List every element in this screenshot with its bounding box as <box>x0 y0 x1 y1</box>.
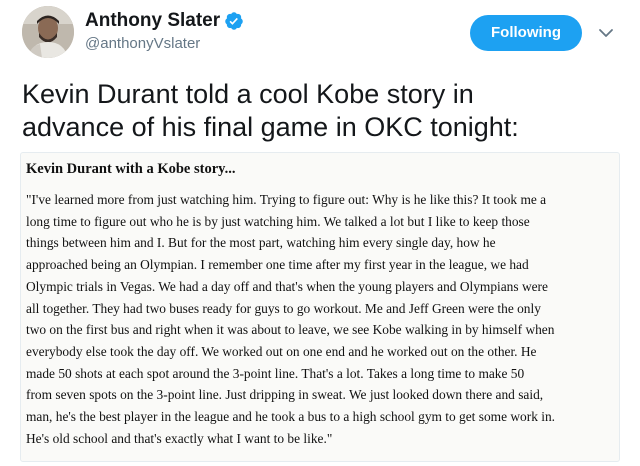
quote-line: approached being an Olympian. I remember… <box>26 257 529 273</box>
quote-line: two on the first bus and right when it w… <box>26 322 555 338</box>
chevron-down-icon[interactable] <box>598 25 614 41</box>
user-avatar[interactable] <box>22 6 74 58</box>
user-handle[interactable]: @anthonyVslater <box>85 35 200 53</box>
quote-line: "I've learned more from just watching hi… <box>26 192 547 207</box>
tweet-text-line: Kevin Durant told a cool Kobe story in <box>22 79 474 109</box>
tweet-text: Kevin Durant told a cool Kobe story in a… <box>22 78 622 144</box>
quote-line: things between him and I. But for the mo… <box>26 235 496 251</box>
following-button[interactable]: Following <box>470 15 582 51</box>
verified-badge-icon <box>225 12 243 30</box>
image-quote-text: "I've learned more from just watching hi… <box>26 189 555 449</box>
image-heading: Kevin Durant with a Kobe story... <box>26 161 236 177</box>
quote-line: long time to figure out who he is by jus… <box>26 213 530 229</box>
quote-line: Olympic trials in Vegas. We had a day of… <box>26 278 548 294</box>
display-name[interactable]: Anthony Slater <box>85 10 220 32</box>
avatar-photo-icon <box>22 6 74 58</box>
tweet-card: Anthony Slater @anthonyVslater Following… <box>0 0 640 466</box>
attached-image[interactable]: Kevin Durant with a Kobe story... "I've … <box>20 152 620 462</box>
quote-line: made 50 shots at each spot around the 3-… <box>26 365 525 381</box>
quote-line: from seven spots on the 3-point line. Ju… <box>26 387 544 403</box>
quote-line: everybody else took the day off. We work… <box>26 343 537 359</box>
tweet-text-line: advance of his final game in OKC tonight… <box>22 112 519 142</box>
quote-line: He's old school and that's exactly what … <box>26 430 333 446</box>
quote-line: all together. They had two buses ready f… <box>26 300 541 316</box>
quote-line: man, he's the best player in the league … <box>26 409 555 425</box>
